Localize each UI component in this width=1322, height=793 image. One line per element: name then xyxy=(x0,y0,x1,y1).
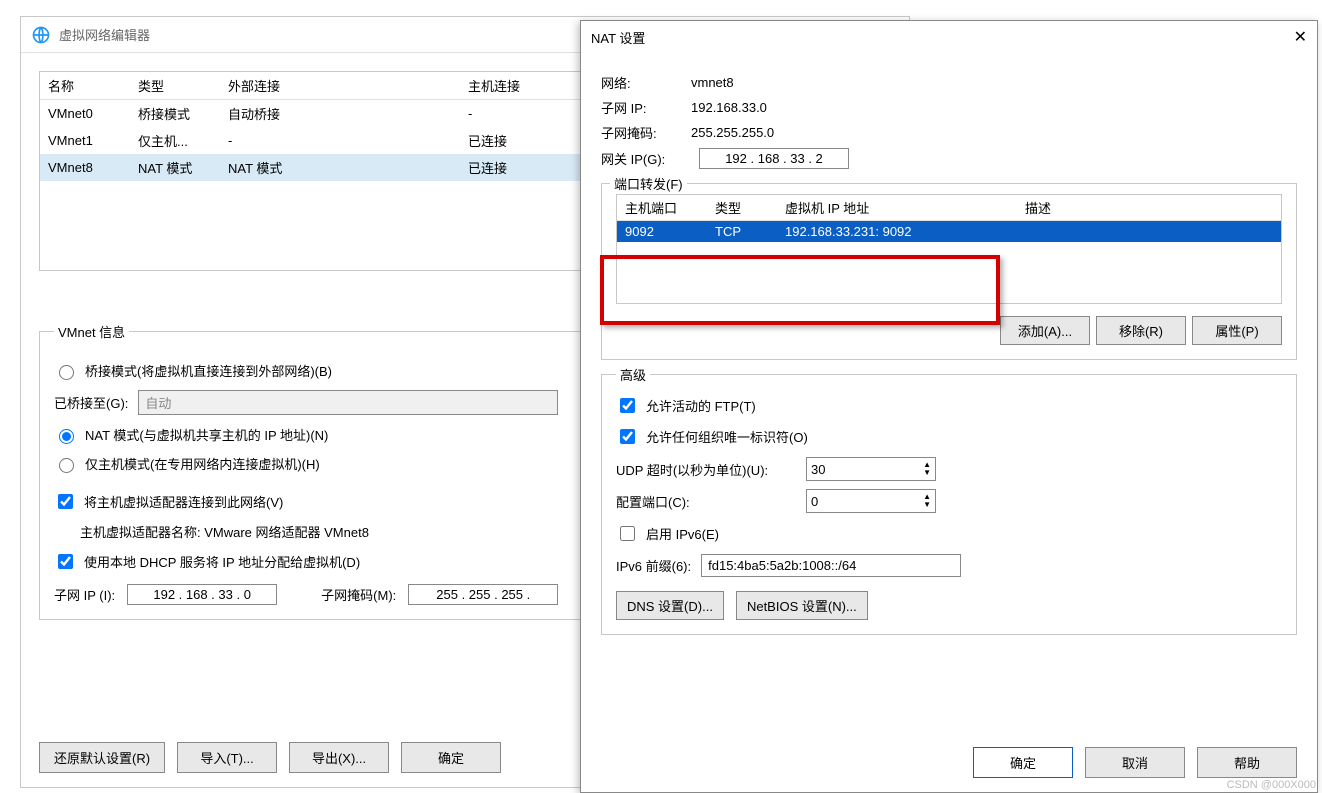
hostonly-mode-radio[interactable] xyxy=(59,458,74,473)
ok-button[interactable]: 确定 xyxy=(401,742,501,773)
config-port-label: 配置端口(C): xyxy=(616,492,796,511)
nat-settings-window: NAT 设置 ✕ 网络: vmnet8 子网 IP: 192.168.33.0 … xyxy=(580,20,1318,793)
watermark: CSDN @000X000 xyxy=(1227,779,1316,791)
col-desc: 描述 xyxy=(1017,195,1281,221)
bridged-to-select[interactable]: 自动 xyxy=(138,390,558,415)
nat-subnet-mask-label: 子网掩码: xyxy=(601,123,691,142)
col-vmip: 虚拟机 IP 地址 xyxy=(777,195,1017,221)
close-icon[interactable]: ✕ xyxy=(1294,27,1307,47)
bridge-mode-radio[interactable] xyxy=(59,365,74,380)
subnet-mask-label: 子网掩码(M): xyxy=(321,585,396,604)
dns-settings-button[interactable]: DNS 设置(D)... xyxy=(616,591,724,620)
allow-oui-label: 允许任何组织唯一标识符(O) xyxy=(646,427,808,446)
nat-subnet-mask-value: 255.255.255.0 xyxy=(691,125,774,140)
hostonly-mode-label: 仅主机模式(在专用网络内连接虚拟机)(H) xyxy=(85,454,320,473)
advanced-group: 高级 允许活动的 FTP(T) 允许任何组织唯一标识符(O) UDP 超时(以秒… xyxy=(601,374,1297,635)
nat-help-button[interactable]: 帮助 xyxy=(1197,747,1297,778)
nat-mode-radio[interactable] xyxy=(59,429,74,444)
allow-oui-checkbox[interactable] xyxy=(620,429,635,444)
subnet-ip-label: 子网 IP (I): xyxy=(54,585,115,604)
enable-ipv6-label: 启用 IPv6(E) xyxy=(646,524,719,543)
bridge-mode-label: 桥接模式(将虚拟机直接连接到外部网络)(B) xyxy=(85,361,332,380)
udp-timeout-label: UDP 超时(以秒为单位)(U): xyxy=(616,460,796,479)
import-button[interactable]: 导入(T)... xyxy=(177,742,277,773)
spinner-arrows-icon[interactable]: ▲▼ xyxy=(923,461,931,477)
network-label: 网络: xyxy=(601,73,691,92)
nat-subnet-ip-label: 子网 IP: xyxy=(601,98,691,117)
col-ext: 外部连接 xyxy=(220,72,460,100)
nat-mode-label: NAT 模式(与虚拟机共享主机的 IP 地址)(N) xyxy=(85,425,328,444)
subnet-mask-input[interactable]: 255 . 255 . 255 . xyxy=(408,584,558,605)
highlight-box xyxy=(600,255,1000,325)
allow-ftp-label: 允许活动的 FTP(T) xyxy=(646,396,756,415)
allow-ftp-checkbox[interactable] xyxy=(620,398,635,413)
table-row[interactable]: 9092 TCP 192.168.33.231: 9092 xyxy=(617,221,1281,243)
nat-window-title: NAT 设置 xyxy=(591,28,645,47)
nat-cancel-button[interactable]: 取消 xyxy=(1085,747,1185,778)
restore-defaults-button[interactable]: 还原默认设置(R) xyxy=(39,742,165,773)
col-fwd-type: 类型 xyxy=(707,195,777,221)
export-button[interactable]: 导出(X)... xyxy=(289,742,389,773)
netbios-settings-button[interactable]: NetBIOS 设置(N)... xyxy=(736,591,868,620)
use-dhcp-label: 使用本地 DHCP 服务将 IP 地址分配给虚拟机(D) xyxy=(84,552,360,571)
gateway-input[interactable]: 192 . 168 . 33 . 2 xyxy=(699,148,849,169)
connect-host-adapter-checkbox[interactable] xyxy=(58,494,73,509)
subnet-ip-input[interactable]: 192 . 168 . 33 . 0 xyxy=(127,584,277,605)
vmnet-info-legend: VMnet 信息 xyxy=(54,322,129,341)
connect-host-adapter-label: 将主机虚拟适配器连接到此网络(V) xyxy=(84,492,283,511)
gateway-label: 网关 IP(G): xyxy=(601,149,691,168)
back-window-title: 虚拟网络编辑器 xyxy=(59,25,150,44)
col-hostport: 主机端口 xyxy=(617,195,707,221)
udp-timeout-stepper[interactable]: 30 ▲▼ xyxy=(806,457,936,481)
add-button[interactable]: 添加(A)... xyxy=(1000,316,1090,345)
properties-button[interactable]: 属性(P) xyxy=(1192,316,1282,345)
spinner-arrows-icon[interactable]: ▲▼ xyxy=(923,493,931,509)
advanced-legend: 高级 xyxy=(616,365,650,384)
col-name: 名称 xyxy=(40,72,130,100)
use-dhcp-checkbox[interactable] xyxy=(58,554,73,569)
nat-ok-button[interactable]: 确定 xyxy=(973,747,1073,778)
nat-subnet-ip-value: 192.168.33.0 xyxy=(691,100,767,115)
bridged-to-label: 已桥接至(G): xyxy=(54,393,128,412)
remove-button[interactable]: 移除(R) xyxy=(1096,316,1186,345)
port-forwarding-legend: 端口转发(F) xyxy=(610,174,687,193)
network-value: vmnet8 xyxy=(691,75,734,90)
enable-ipv6-checkbox[interactable] xyxy=(620,526,635,541)
ipv6-prefix-label: IPv6 前缀(6): xyxy=(616,556,691,575)
config-port-stepper[interactable]: 0 ▲▼ xyxy=(806,489,936,513)
globe-icon xyxy=(31,25,51,45)
ipv6-prefix-input[interactable]: fd15:4ba5:5a2b:1008::/64 xyxy=(701,554,961,577)
col-type: 类型 xyxy=(130,72,220,100)
